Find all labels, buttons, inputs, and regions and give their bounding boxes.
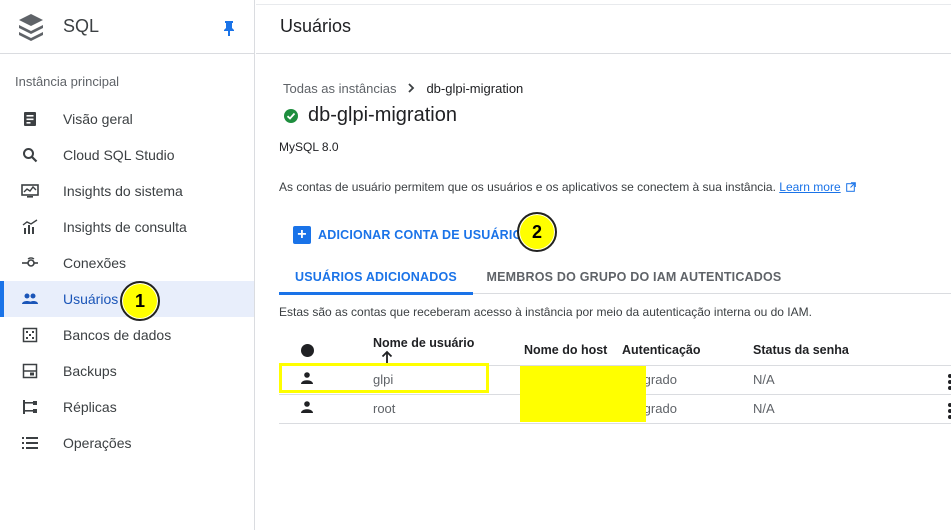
sidebar-item-label: Backups bbox=[63, 363, 117, 379]
username-cell: root bbox=[335, 394, 486, 424]
page-title: Usuários bbox=[280, 16, 352, 36]
sidebar-item-label: Bancos de dados bbox=[63, 327, 172, 343]
sql-logo-icon bbox=[19, 13, 43, 41]
sidebar-header: SQL bbox=[0, 0, 254, 54]
add-icon: + bbox=[293, 226, 311, 244]
sidebar-item-label: Insights de consulta bbox=[63, 219, 187, 235]
page-header: Usuários bbox=[256, 0, 951, 54]
sidebar-item-bancos-de-dados[interactable]: Bancos de dados bbox=[0, 317, 254, 353]
instance-heading: db-glpi-migration bbox=[283, 104, 457, 127]
column-header-auth: Autenticação bbox=[622, 335, 753, 366]
table-header-row: Nome de usuário Nome do host Autenticaçã… bbox=[279, 335, 951, 366]
sidebar-item-insights-consulta[interactable]: Insights de consulta bbox=[0, 209, 254, 245]
product-title: SQL bbox=[63, 16, 100, 36]
breadcrumb-parent-link[interactable]: Todas as instâncias bbox=[283, 81, 396, 96]
backups-icon bbox=[21, 362, 39, 380]
select-all-column[interactable] bbox=[279, 335, 335, 366]
password-status-value: N/A bbox=[753, 372, 775, 387]
external-link-icon bbox=[846, 182, 856, 192]
password-status-value: N/A bbox=[753, 401, 775, 416]
column-header-password-status: Status da senha bbox=[753, 335, 951, 366]
sidebar-item-label: Réplicas bbox=[63, 399, 117, 415]
instance-name: db-glpi-migration bbox=[308, 104, 457, 126]
check-circle-icon bbox=[284, 108, 298, 123]
description-text: As contas de usuário permitem que os usu… bbox=[279, 180, 776, 194]
sidebar-item-label: Visão geral bbox=[63, 111, 133, 127]
sidebar-item-operacoes[interactable]: Operações bbox=[0, 425, 254, 461]
chart-icon bbox=[21, 218, 39, 236]
tab-description: Estas são as contas que receberam acesso… bbox=[279, 305, 812, 319]
replicas-icon bbox=[21, 398, 39, 416]
tab-usuarios-adicionados[interactable]: USUÁRIOS ADICIONADOS bbox=[279, 260, 473, 295]
sidebar-item-backups[interactable]: Backups bbox=[0, 353, 254, 389]
glpi-row-highlight bbox=[279, 363, 489, 393]
more-vert-icon[interactable] bbox=[947, 373, 951, 390]
annotation-badge-2: 2 bbox=[517, 212, 557, 252]
select-all-icon bbox=[300, 343, 314, 357]
breadcrumb-current: db-glpi-migration bbox=[426, 81, 524, 96]
page-description: As contas de usuário permitem que os usu… bbox=[279, 180, 856, 194]
instance-version: MySQL 8.0 bbox=[279, 140, 339, 154]
add-user-account-button[interactable]: + ADICIONAR CONTA DE USUÁRIO bbox=[293, 226, 523, 244]
breadcrumb: Todas as instâncias db-glpi-migration bbox=[283, 81, 523, 96]
database-icon bbox=[21, 326, 39, 344]
annotation-badge-1: 1 bbox=[120, 281, 160, 321]
tab-membros-grupo-iam[interactable]: MEMBROS DO GRUPO DO IAM AUTENTICADOS bbox=[487, 260, 782, 294]
sidebar-item-visao-geral[interactable]: Visão geral bbox=[0, 101, 254, 137]
add-user-label: ADICIONAR CONTA DE USUÁRIO bbox=[318, 228, 523, 242]
person-icon bbox=[301, 401, 313, 413]
sidebar-section-label: Instância principal bbox=[15, 74, 120, 89]
sidebar: SQL Instância principal Visão geral Clou… bbox=[0, 0, 255, 530]
sidebar-item-label: Cloud SQL Studio bbox=[63, 147, 175, 163]
sidebar-item-label: Usuários bbox=[63, 291, 119, 307]
sort-arrow-up-icon bbox=[381, 350, 393, 363]
user-icon-cell bbox=[279, 394, 335, 424]
tabs: USUÁRIOS ADICIONADOS MEMBROS DO GRUPO DO… bbox=[279, 260, 951, 295]
learn-more-link[interactable]: Learn more bbox=[779, 180, 840, 194]
sidebar-item-cloud-sql-studio[interactable]: Cloud SQL Studio bbox=[0, 137, 254, 173]
sidebar-item-label: Insights do sistema bbox=[63, 183, 183, 199]
pin-icon[interactable] bbox=[222, 20, 236, 36]
sidebar-item-label: Conexões bbox=[63, 255, 127, 271]
monitor-icon bbox=[21, 182, 39, 200]
more-vert-icon[interactable] bbox=[947, 402, 951, 419]
list-icon bbox=[21, 434, 39, 452]
overview-icon bbox=[21, 110, 39, 128]
connections-icon bbox=[21, 254, 39, 272]
search-icon bbox=[21, 146, 39, 164]
column-header-username[interactable]: Nome de usuário bbox=[335, 335, 486, 366]
password-status-cell: N/A bbox=[753, 394, 951, 424]
sidebar-item-insights-sistema[interactable]: Insights do sistema bbox=[0, 173, 254, 209]
column-header-label: Nome de usuário bbox=[373, 335, 475, 350]
host-redaction-box bbox=[520, 366, 646, 422]
sidebar-item-replicas[interactable]: Réplicas bbox=[0, 389, 254, 425]
users-icon bbox=[21, 290, 39, 308]
column-header-host: Nome do host bbox=[486, 335, 622, 366]
sidebar-item-label: Operações bbox=[63, 435, 132, 451]
password-status-cell: N/A bbox=[753, 365, 951, 395]
sidebar-nav: Visão geral Cloud SQL Studio Insights do… bbox=[0, 101, 254, 461]
sidebar-item-conexoes[interactable]: Conexões bbox=[0, 245, 254, 281]
chevron-right-icon bbox=[407, 81, 415, 96]
